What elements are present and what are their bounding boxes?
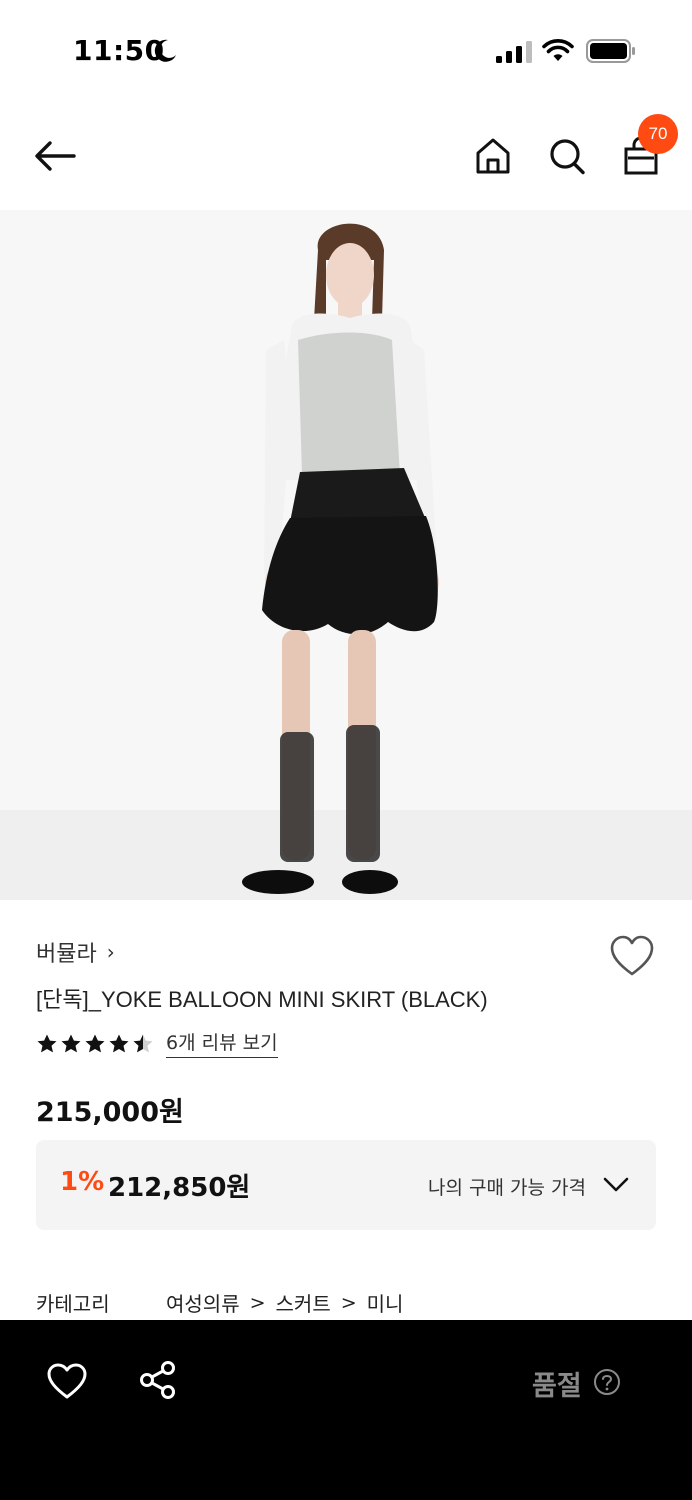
wifi-icon: [542, 39, 574, 61]
category-item-skirt[interactable]: 스커트: [276, 1288, 331, 1317]
status-time: 11:50: [73, 34, 165, 67]
product-price: 215,000원: [36, 1097, 184, 1128]
product-photo: [0, 210, 692, 900]
category-item-mini[interactable]: 미니: [367, 1288, 404, 1317]
search-icon[interactable]: [546, 134, 588, 178]
category-separator: >: [340, 1291, 357, 1314]
brand-chevron-icon: ›: [106, 940, 115, 964]
star-icon: [109, 1034, 129, 1052]
cart-count-badge: 70: [638, 114, 678, 154]
star-icon: [133, 1034, 153, 1052]
battery-icon: [586, 39, 635, 63]
product-title: [단독]_YOKE BALLOON MINI SKIRT (BLACK): [36, 987, 488, 1012]
category-separator: >: [249, 1291, 266, 1314]
heart-icon[interactable]: [46, 1362, 88, 1400]
moon-icon: [154, 39, 176, 62]
back-arrow-icon[interactable]: [30, 136, 80, 176]
discount-rate: 1%: [60, 1167, 105, 1197]
star-icon: [61, 1034, 81, 1052]
cellular-signal-icon: [496, 41, 532, 63]
chevron-down-icon: [603, 1177, 629, 1192]
star-rating: [36, 1033, 154, 1054]
brand-name: 버뮬라: [36, 942, 97, 967]
review-link[interactable]: 6개 리뷰 보기: [166, 1028, 278, 1058]
product-image[interactable]: [0, 210, 692, 900]
share-icon[interactable]: [138, 1360, 178, 1400]
category-label: 카테고리: [36, 1292, 110, 1316]
bottom-action-bar: 품절: [0, 1320, 692, 1500]
help-icon[interactable]: [593, 1368, 621, 1396]
category-row: 카테고리 여성의류 > 스커트 > 미니: [36, 1288, 403, 1317]
home-icon[interactable]: [472, 134, 514, 178]
star-icon: [37, 1034, 57, 1052]
my-price-label: 나의 구매 가능 가격: [428, 1177, 586, 1199]
my-price-box[interactable]: 1% 212,850원 나의 구매 가능 가격: [36, 1140, 656, 1230]
status-bar: 11:50: [0, 0, 692, 100]
rating-row: 6개 리뷰 보기: [36, 1028, 278, 1058]
brand-link[interactable]: 버뮬라 ›: [36, 936, 115, 968]
soldout-label: 품절: [532, 1371, 582, 1402]
wishlist-heart-icon[interactable]: [608, 934, 656, 978]
discounted-price: 212,850원: [108, 1173, 251, 1203]
top-nav: [0, 110, 692, 206]
category-item-women[interactable]: 여성의류: [166, 1288, 240, 1317]
star-icon: [85, 1034, 105, 1052]
